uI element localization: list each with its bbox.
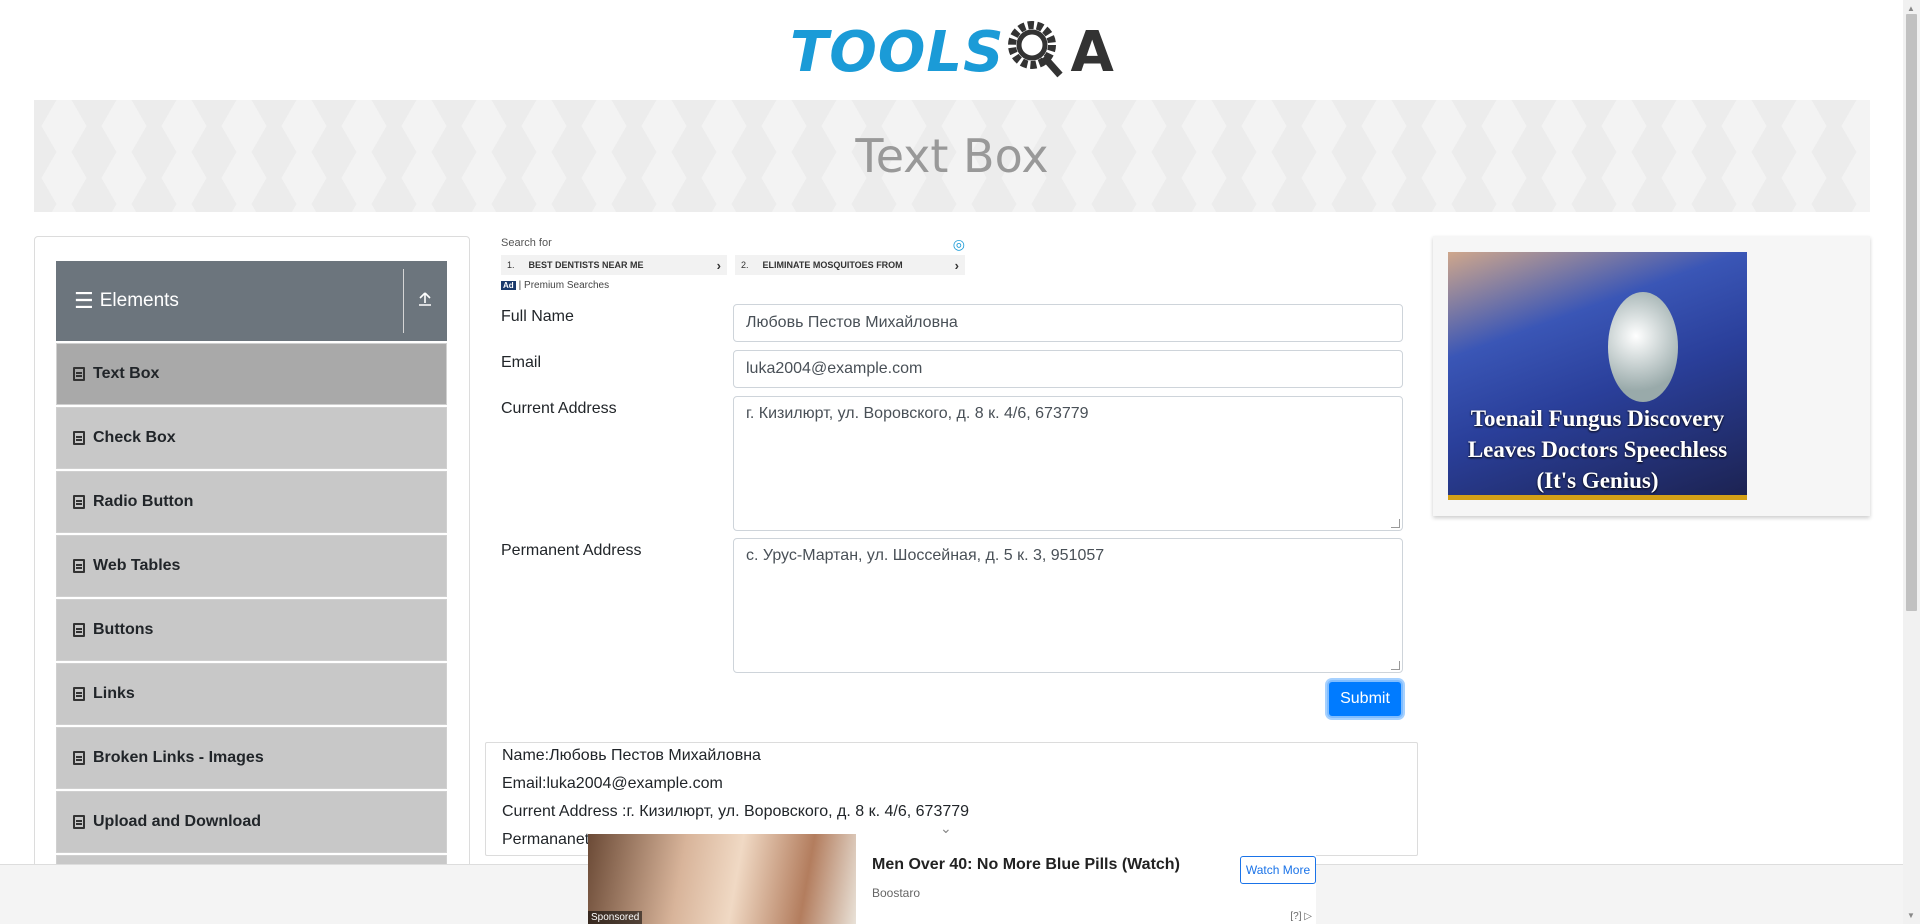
sidebar-item-label: Buttons — [93, 621, 154, 638]
eye-icon[interactable]: ◎ — [953, 236, 965, 253]
elements-menu: Text Box Check Box Radio Button Web Tabl… — [56, 343, 447, 897]
ad-badge: Ad — [501, 281, 516, 290]
sidebar-item-links[interactable]: Links — [56, 663, 447, 725]
group-title: Elements — [99, 290, 179, 311]
search-for-label: Search for — [501, 237, 552, 249]
ad-brand: Boostaro — [872, 886, 921, 900]
list-icon — [73, 751, 85, 765]
ad-photo[interactable]: Sponsored — [588, 834, 856, 924]
ad-caption: Toenail Fungus Discovery Leaves Doctors … — [1467, 406, 1728, 493]
vertical-scrollbar[interactable]: ▲ ▼ — [1903, 0, 1920, 924]
watch-more-button[interactable]: Watch More — [1240, 856, 1316, 884]
list-icon — [73, 367, 85, 381]
list-icon — [73, 623, 85, 637]
right-ad[interactable]: Toenail Fungus Discovery Leaves Doctors … — [1433, 236, 1870, 516]
ad-info-icon[interactable]: [?] ▷ — [1290, 911, 1312, 922]
divider — [403, 269, 404, 333]
sponsored-label: Sponsored — [588, 911, 643, 924]
search-ad-item[interactable]: 1. BEST DENTISTS NEAR ME › — [501, 255, 727, 275]
gear-magnifier-icon — [1008, 21, 1064, 78]
current-address-textarea[interactable]: г. Кизилюрт, ул. Воровского, д. 8 к. 4/6… — [733, 396, 1403, 531]
email-input[interactable]: luka2004@example.com — [733, 350, 1403, 388]
logo-tools-text: TOOLS — [790, 19, 1005, 85]
output-permanent-address: Permananet — [502, 831, 590, 848]
sidebar-item-label: Upload and Download — [93, 813, 261, 830]
scroll-down-icon[interactable]: ▼ — [1907, 911, 1915, 920]
output-email: Email:luka2004@example.com — [502, 775, 723, 792]
sidebar-item-check-box[interactable]: Check Box — [56, 407, 447, 469]
sidebar-item-buttons[interactable]: Buttons — [56, 599, 447, 661]
sidebar-item-label: Check Box — [93, 429, 176, 446]
output-current-address: Current Address :г. Кизилюрт, ул. Воровс… — [502, 803, 970, 820]
submit-button[interactable]: Submit — [1327, 680, 1403, 718]
sidebar-item-text-box[interactable]: Text Box — [56, 343, 447, 405]
collapse-arrow-icon[interactable] — [413, 287, 437, 311]
sidebar-item-label: Links — [93, 685, 135, 702]
ad-source: | Premium Searches — [518, 280, 610, 291]
sidebar-item-label: Radio Button — [93, 493, 194, 510]
ad-attribution: Ad | Premium Searches — [501, 280, 609, 291]
list-icon — [73, 431, 85, 445]
toolsqa-logo[interactable]: TOOLS A — [790, 14, 1115, 90]
sidebar-item-web-tables[interactable]: Web Tables — [56, 535, 447, 597]
sidebar-item-radio-button[interactable]: Radio Button — [56, 471, 447, 533]
list-icon — [73, 687, 85, 701]
spoon-image — [1608, 292, 1678, 402]
ad-info-text: [?] — [1290, 911, 1302, 922]
search-ad-label: BEST DENTISTS NEAR ME — [528, 260, 644, 270]
hamburger-icon: ☰ — [74, 288, 94, 313]
search-ad-number: 2. — [741, 260, 749, 270]
list-icon — [73, 815, 85, 829]
list-icon — [73, 495, 85, 509]
scroll-thumb[interactable] — [1906, 14, 1917, 611]
chevron-right-icon: › — [954, 257, 959, 273]
output-name: Name:Любовь Пестов Михайловна — [502, 747, 761, 764]
sidebar-item-label: Web Tables — [93, 557, 181, 574]
search-ad-label: ELIMINATE MOSQUITOES FROM — [762, 260, 903, 270]
sidebar-item-label: Broken Links - Images — [93, 749, 264, 766]
ad-image[interactable]: Toenail Fungus Discovery Leaves Doctors … — [1448, 252, 1747, 500]
sidebar-item-label: Text Box — [93, 365, 160, 382]
permanent-address-textarea[interactable]: с. Урус-Мартан, ул. Шоссейная, д. 5 к. 3… — [733, 538, 1403, 673]
scroll-up-icon[interactable]: ▲ — [1907, 4, 1915, 13]
sidebar-item-upload-download[interactable]: Upload and Download — [56, 791, 447, 853]
elements-group-header[interactable]: ☰ Elements — [56, 261, 447, 341]
sidebar-item-broken-links[interactable]: Broken Links - Images — [56, 727, 447, 789]
page-title: Text Box — [855, 129, 1049, 183]
full-name-label: Full Name — [501, 308, 574, 325]
ad-headline[interactable]: Men Over 40: No More Blue Pills (Watch) — [872, 856, 1180, 874]
page: TOOLS A Text Box ☰ Elements Text Box Che… — [0, 0, 1920, 924]
page-banner: Text Box — [34, 100, 1870, 212]
current-address-label: Current Address — [501, 400, 617, 417]
logo-qa-text: A — [1070, 19, 1114, 85]
search-ad-item[interactable]: 2. ELIMINATE MOSQUITOES FROM › — [735, 255, 965, 275]
email-label: Email — [501, 354, 542, 371]
permanent-address-label: Permanent Address — [501, 542, 642, 559]
chevron-right-icon: › — [716, 257, 721, 273]
left-sidebar: ☰ Elements Text Box Check Box Radio Butt… — [34, 236, 470, 924]
ad-accent-bar — [1448, 495, 1747, 500]
full-name-input[interactable]: Любовь Пестов Михайловна — [733, 304, 1403, 342]
search-ads-strip: Search for ◎ 1. BEST DENTISTS NEAR ME › … — [501, 236, 965, 294]
list-icon — [73, 559, 85, 573]
search-ad-number: 1. — [507, 260, 515, 270]
bottom-ad[interactable]: Sponsored Men Over 40: No More Blue Pill… — [588, 834, 1316, 924]
